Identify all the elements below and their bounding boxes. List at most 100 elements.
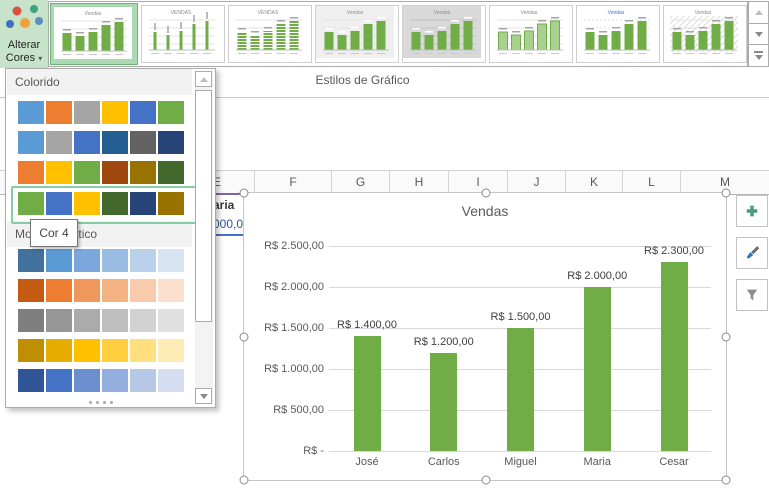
color-swatch[interactable]	[102, 369, 128, 392]
color-swatch[interactable]	[102, 161, 128, 184]
color-swatch[interactable]	[158, 131, 184, 154]
color-swatch[interactable]	[46, 192, 72, 215]
color-swatch[interactable]	[18, 101, 44, 124]
color-swatch[interactable]	[74, 101, 100, 124]
color-swatch[interactable]	[46, 279, 72, 302]
selection-handle[interactable]	[240, 476, 249, 485]
bar-cesar[interactable]	[661, 262, 688, 451]
change-colors-button[interactable]: Alterar Cores ▾	[0, 0, 48, 68]
color-swatch[interactable]	[74, 161, 100, 184]
color-swatch[interactable]	[130, 249, 156, 272]
color-swatch[interactable]	[18, 339, 44, 362]
color-swatch[interactable]	[102, 279, 128, 302]
color-swatch[interactable]	[158, 192, 184, 215]
bar-maria[interactable]	[584, 287, 611, 451]
selection-handle[interactable]	[722, 333, 731, 342]
color-swatch[interactable]	[46, 339, 72, 362]
gallery-scroll-down-button[interactable]	[748, 24, 769, 46]
color-swatch[interactable]	[130, 339, 156, 362]
menu-resize-grip[interactable]	[6, 401, 196, 404]
selection-handle[interactable]	[722, 189, 731, 198]
column-header-F[interactable]: F	[255, 171, 332, 193]
color-swatch[interactable]	[46, 101, 72, 124]
color-swatch[interactable]	[102, 249, 128, 272]
selection-handle[interactable]	[482, 476, 491, 485]
color-swatch[interactable]	[158, 161, 184, 184]
color-swatch[interactable]	[130, 101, 156, 124]
color-swatch[interactable]	[130, 309, 156, 332]
chart-styles-button[interactable]	[736, 237, 768, 269]
color-swatch[interactable]	[130, 131, 156, 154]
color-swatch[interactable]	[158, 369, 184, 392]
color-swatch[interactable]	[18, 192, 44, 215]
palette-row-colorido-2	[18, 131, 184, 154]
selection-handle[interactable]	[240, 189, 249, 198]
chart-style-thumbnail-1[interactable]: Vendas	[50, 3, 138, 65]
color-swatch[interactable]	[46, 249, 72, 272]
color-swatch[interactable]	[130, 369, 156, 392]
color-swatch[interactable]	[18, 161, 44, 184]
scroll-down-button[interactable]	[195, 388, 212, 404]
color-swatch[interactable]	[130, 161, 156, 184]
chart-style-thumbnail-7[interactable]: Vendas	[576, 5, 660, 63]
color-swatch[interactable]	[18, 309, 44, 332]
chart-style-thumbnail-8[interactable]: Vendas	[663, 5, 747, 63]
color-swatch[interactable]	[158, 101, 184, 124]
color-swatch[interactable]	[46, 161, 72, 184]
scroll-up-button[interactable]	[195, 71, 212, 87]
chart-style-thumbnail-4[interactable]: Vendas	[315, 5, 399, 63]
color-swatch[interactable]	[102, 309, 128, 332]
color-swatch[interactable]	[74, 339, 100, 362]
color-swatch[interactable]	[18, 249, 44, 272]
color-swatch[interactable]	[158, 339, 184, 362]
chart-style-thumbnail-5[interactable]: Vendas	[402, 5, 486, 63]
color-swatch[interactable]	[130, 192, 156, 215]
color-swatch[interactable]	[102, 192, 128, 215]
column-header-J[interactable]: J	[508, 171, 566, 193]
gallery-more-button[interactable]	[748, 45, 769, 67]
gallery-scroll-up-button[interactable]	[748, 1, 769, 24]
bar-josé[interactable]	[354, 336, 381, 451]
color-swatch[interactable]	[158, 249, 184, 272]
scrollbar-thumb[interactable]	[195, 90, 212, 322]
column-header-G[interactable]: G	[332, 171, 390, 193]
color-swatch[interactable]	[74, 131, 100, 154]
x-axis-label: Carlos	[404, 456, 484, 468]
column-header-H[interactable]: H	[390, 171, 449, 193]
selection-handle[interactable]	[482, 189, 491, 198]
bar-carlos[interactable]	[430, 353, 457, 451]
color-swatch[interactable]	[102, 339, 128, 362]
chart-area[interactable]: Vendas R$ 2.500,00R$ 2.000,00R$ 1.500,00…	[243, 192, 727, 481]
chart-style-thumbnail-2[interactable]: VENDAS	[141, 5, 225, 63]
menu-scrollbar[interactable]	[195, 71, 213, 404]
color-swatch[interactable]	[46, 131, 72, 154]
color-swatch[interactable]	[158, 309, 184, 332]
color-swatch[interactable]	[74, 249, 100, 272]
color-swatch[interactable]	[130, 279, 156, 302]
color-swatch[interactable]	[74, 309, 100, 332]
svg-text:Vendas: Vendas	[434, 10, 451, 16]
y-axis-label: R$ 2.500,00	[244, 240, 324, 252]
color-swatch[interactable]	[46, 309, 72, 332]
chart-elements-button[interactable]	[736, 195, 768, 227]
column-header-I[interactable]: I	[449, 171, 508, 193]
color-swatch[interactable]	[18, 131, 44, 154]
color-swatch[interactable]	[18, 279, 44, 302]
color-swatch[interactable]	[74, 369, 100, 392]
selection-handle[interactable]	[240, 333, 249, 342]
column-header-L[interactable]: L	[623, 171, 681, 193]
color-swatch[interactable]	[158, 279, 184, 302]
chart-style-thumbnail-3[interactable]: VENDAS	[228, 5, 312, 63]
column-header-K[interactable]: K	[566, 171, 623, 193]
color-swatch[interactable]	[102, 101, 128, 124]
color-swatch[interactable]	[18, 369, 44, 392]
color-swatch[interactable]	[74, 279, 100, 302]
bar-miguel[interactable]	[507, 328, 534, 451]
color-swatch[interactable]	[46, 369, 72, 392]
color-swatch[interactable]	[102, 131, 128, 154]
selection-handle[interactable]	[722, 476, 731, 485]
color-swatch[interactable]	[74, 192, 100, 215]
chart-style-thumbnail-6[interactable]: Vendas	[489, 5, 573, 63]
data-label: R$ 1.400,00	[322, 319, 412, 331]
chart-filters-button[interactable]	[736, 279, 768, 311]
